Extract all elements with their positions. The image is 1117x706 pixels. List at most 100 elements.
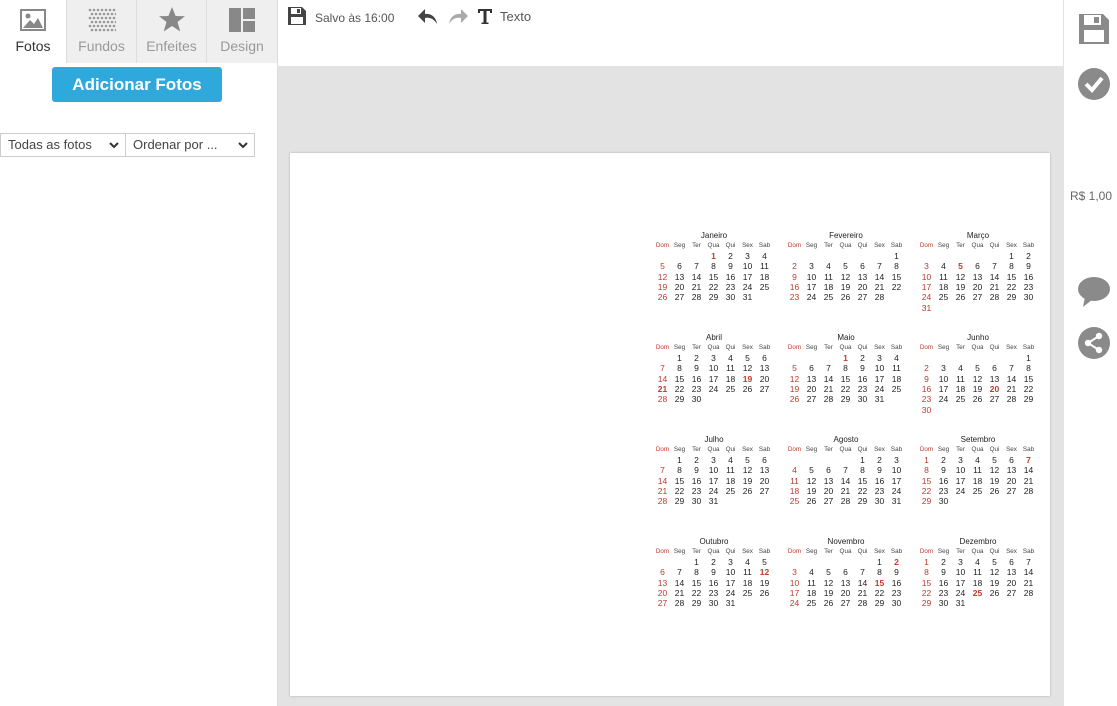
weekday-label: Dom	[919, 446, 934, 453]
calendar-day: 30	[725, 292, 736, 303]
calendar-day: 24	[921, 292, 932, 303]
calendar-day: 21	[691, 281, 702, 292]
weekday-label: Qui	[857, 242, 868, 249]
weekday-label: Qui	[989, 548, 1000, 555]
calendar-day: 29	[1006, 292, 1017, 303]
tab-enfeites[interactable]: Enfeites	[137, 0, 207, 63]
calendar-day: 16	[708, 577, 719, 588]
calendar-day: 8	[677, 465, 682, 476]
calendar-day: 29	[921, 496, 932, 507]
calendar-day: 10	[708, 363, 719, 374]
sort-value: Ordenar por ...	[133, 137, 218, 152]
calendar-day: 2	[941, 455, 946, 465]
month-name: Março	[966, 231, 990, 240]
share-icon[interactable]	[1077, 326, 1111, 360]
calendar-day: 9	[877, 465, 882, 476]
calendar-day: 13	[972, 271, 983, 282]
text-tool-label[interactable]: Texto	[500, 6, 531, 28]
comment-icon[interactable]	[1077, 275, 1111, 309]
calendar-day: 27	[759, 383, 770, 394]
calendar-day: 6	[826, 465, 831, 476]
calendar-page[interactable]: Janeiro Dom Seg Ter Qua Qui Sex Sab 1 2 3 4 5 6 7 8 9 10 1…	[290, 153, 1050, 696]
calendar-day: 7	[1009, 363, 1014, 374]
weekday-label: Qui	[725, 548, 736, 555]
weekday-label: Qua	[707, 344, 720, 351]
calendar-day: 3	[894, 455, 899, 465]
calendar-day: 28	[657, 496, 668, 507]
weekday-label: Sab	[890, 446, 903, 453]
calendar-day: 18	[806, 587, 817, 598]
calendar-day: 27	[989, 394, 1000, 405]
calendar-day: 15	[921, 475, 932, 486]
save-icon[interactable]	[1077, 12, 1111, 46]
calendar-day: 17	[789, 587, 800, 598]
calendar-day: 14	[857, 577, 868, 588]
chevron-down-icon	[238, 142, 248, 149]
calendar-day: 22	[921, 485, 932, 496]
calendar-day: 23	[691, 383, 702, 394]
calendar-day: 6	[992, 363, 997, 374]
photo-filter-select[interactable]: Todas as fotos	[0, 133, 126, 157]
redo-icon[interactable]	[447, 6, 469, 28]
calendar-day: 23	[789, 292, 800, 303]
layout-icon	[229, 8, 255, 32]
weekday-label: Seg	[805, 242, 818, 249]
calendar-day: 4	[728, 353, 733, 363]
calendar-day: 27	[657, 598, 668, 609]
calendar-day: 14	[657, 475, 668, 486]
calendar-day: 17	[725, 577, 736, 588]
calendar-day: 10	[921, 271, 932, 282]
calendar-day: 2	[792, 261, 797, 272]
calendar-day: 6	[1009, 557, 1014, 567]
calendar-day: 16	[891, 577, 902, 588]
calendar-day: 12	[989, 567, 1000, 578]
tab-label: Fundos	[78, 38, 125, 54]
calendar-day: 5	[975, 363, 980, 374]
calendar-day: 30	[708, 598, 719, 609]
calendar-day: 11	[939, 271, 948, 282]
calendar-day: 23	[1023, 281, 1034, 292]
calendar-day: 20	[840, 587, 851, 598]
calendar-day: 4	[894, 353, 899, 363]
calendar-day: 6	[843, 567, 848, 578]
calendar-day: 29	[1023, 394, 1034, 405]
tab-design[interactable]: Design	[207, 0, 277, 63]
calendar-day: 3	[711, 353, 716, 363]
calendar-day: 20	[1006, 475, 1017, 486]
weekday-label: Ter	[824, 242, 833, 249]
calendar-day: 26	[989, 587, 1000, 598]
calendar-day: 6	[1009, 455, 1014, 465]
text-icon[interactable]	[477, 8, 493, 25]
tab-fotos[interactable]: Fotos	[0, 0, 67, 63]
calendar-day: 25	[972, 485, 983, 496]
calendar-day: 7	[677, 567, 682, 578]
finish-check-icon[interactable]	[1077, 67, 1111, 101]
month-block: Março Dom Seg Ter Qua Qui Sex Sab 1 2 3 4 5 6 7 8 9 10 11 1…	[918, 231, 1038, 327]
month-block: Janeiro Dom Seg Ter Qua Qui Sex Sab 1 2 3 4 5 6 7 8 9 10 1…	[654, 231, 774, 327]
month-block: Maio Dom Seg Ter Qua Qui Sex Sab 1 2 3 4 5 6 7 8 9 10 11 12…	[786, 333, 906, 429]
weekday-label: Seg	[673, 242, 686, 249]
calendar-day: 28	[857, 598, 868, 609]
calendar-day: 1	[894, 251, 899, 261]
weekday-label: Dom	[787, 344, 802, 351]
calendar-day: 25	[806, 598, 817, 609]
calendar-day: 25	[725, 485, 736, 496]
calendar-day: 30	[1023, 292, 1034, 303]
undo-icon[interactable]	[417, 6, 439, 28]
calendar-day: 3	[924, 261, 929, 272]
calendar-day: 13	[840, 577, 851, 588]
calendar-day: 22	[1023, 383, 1034, 394]
sort-select[interactable]: Ordenar por ...	[125, 133, 255, 157]
calendar-day: 27	[674, 292, 685, 303]
add-photos-button[interactable]: Adicionar Fotos	[52, 67, 222, 102]
save-icon[interactable]	[287, 6, 307, 26]
weekday-label: Qua	[971, 242, 984, 249]
calendar-grid[interactable]: Janeiro Dom Seg Ter Qua Qui Sex Sab 1 2 3 4 5 6 7 8 9 10 1…	[654, 231, 1038, 611]
calendar-day: 8	[843, 363, 848, 374]
calendar-day: 29	[708, 292, 719, 303]
calendar-day: 13	[989, 373, 1000, 384]
tab-fundos[interactable]: Fundos	[67, 0, 137, 63]
calendar-day: 12	[955, 271, 966, 282]
calendar-day: 17	[955, 475, 966, 486]
save-status: Salvo às 16:00	[315, 11, 395, 25]
